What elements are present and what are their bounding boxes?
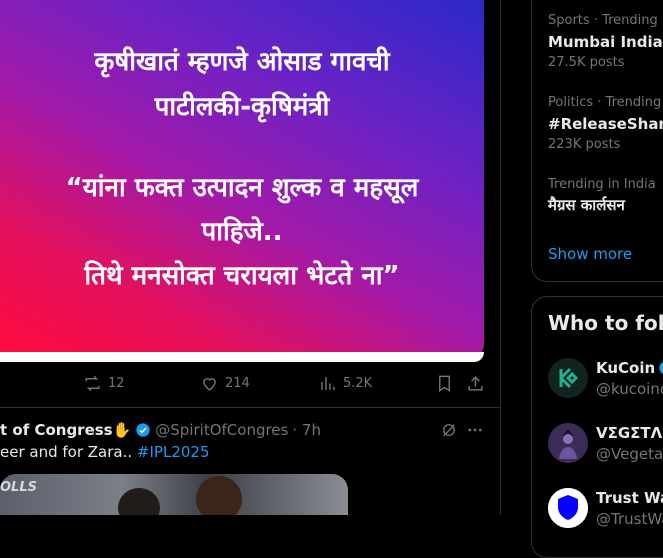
author-handle[interactable]: @SpiritOfCongres — [155, 421, 288, 439]
kucoin-logo-icon — [548, 358, 588, 398]
trend-title[interactable]: #ReleaseSharm — [548, 115, 663, 133]
share-button[interactable] — [466, 374, 485, 393]
vegeta-avatar[interactable] — [548, 423, 588, 463]
more-options-icon[interactable] — [466, 421, 484, 439]
image-text-line: पाहिजे.. — [201, 217, 283, 247]
trend-title[interactable]: Mumbai Indians — [548, 33, 663, 51]
character-avatar-icon — [548, 423, 588, 463]
like-count: 214 — [225, 376, 250, 391]
views-button[interactable]: 5.2K — [318, 374, 372, 393]
tweet-time[interactable]: · 7h — [292, 421, 321, 439]
trend-meta: Sports · Trending — [548, 13, 658, 28]
verified-badge-icon — [136, 423, 150, 437]
tweet-media[interactable]: OLLS — [0, 474, 348, 515]
verified-badge-icon — [659, 362, 663, 374]
image-text-line: तिथे मनसोक्त चरायला भेटते ना” — [84, 261, 400, 291]
retweet-button[interactable]: 12 — [83, 374, 125, 393]
image-text-line: “यांना फक्त उत्पादन शुल्क व महसूल — [65, 173, 419, 203]
person-head — [118, 488, 160, 515]
account-name-text: KuCoin — [596, 359, 656, 377]
divider — [0, 407, 500, 408]
image-bottom-edge — [0, 352, 484, 362]
account-name[interactable]: VΣGΣTΛ — [596, 424, 663, 442]
account-name-text: VΣGΣTΛ — [596, 424, 663, 442]
author-name[interactable]: t of Congress✋ — [0, 421, 131, 439]
grok-icon[interactable] — [440, 421, 458, 439]
views-icon — [321, 377, 335, 390]
trustwallet-avatar[interactable] — [548, 488, 588, 528]
person-head — [196, 476, 242, 515]
bookmark-button[interactable] — [435, 374, 454, 393]
kucoin-avatar[interactable] — [548, 358, 588, 398]
retweet-count: 12 — [108, 376, 125, 391]
post-actions: 12 214 5.2K — [0, 374, 500, 396]
shield-icon — [548, 488, 588, 528]
image-text-line: कृषीखातं म्हणजे ओसाड गावची — [94, 47, 390, 77]
timeline-feed: कृषीखातं म्हणजे ओसाड गावची पाटीलकी-कृषिम… — [0, 0, 501, 515]
bookmark-icon — [439, 375, 450, 392]
trend-meta: Politics · Trending — [548, 95, 662, 110]
account-handle: @VegetaC — [596, 445, 663, 463]
tweet-body: eer and for Zara.. — [0, 443, 133, 461]
views-count: 5.2K — [343, 376, 373, 391]
trend-count: 27.5K posts — [548, 55, 625, 70]
who-to-follow-title: Who to follo — [548, 311, 663, 335]
account-name[interactable]: KuCoin — [596, 359, 663, 377]
media-overlay-text: OLLS — [0, 480, 37, 495]
show-more-link[interactable]: Show more — [548, 245, 632, 263]
account-name-text: Trust Wal — [596, 489, 663, 507]
share-icon — [468, 376, 483, 391]
hashtag-link[interactable]: #IPL2025 — [137, 443, 210, 461]
post-image[interactable]: कृषीखातं म्हणजे ओसाड गावची पाटीलकी-कृषिम… — [0, 0, 484, 360]
account-handle: @TrustWal — [596, 510, 663, 528]
like-button[interactable]: 214 — [200, 374, 250, 393]
heart-icon — [203, 378, 216, 391]
trend-meta: Trending in India — [548, 177, 656, 192]
trend-count: 223K posts — [548, 137, 621, 152]
account-name[interactable]: Trust Wal — [596, 489, 663, 507]
tweet-header: t of Congress✋ @SpiritOfCongres · 7h — [0, 420, 500, 440]
tweet-text: eer and for Zara.. #IPL2025 — [0, 443, 210, 461]
image-text-line: पाटीलकी-कृषिमंत्री — [154, 92, 330, 122]
account-handle: @kucoincom — [596, 380, 663, 398]
retweet-icon — [85, 375, 100, 392]
trend-title[interactable]: मैग्रस कार्लसन — [548, 195, 625, 215]
